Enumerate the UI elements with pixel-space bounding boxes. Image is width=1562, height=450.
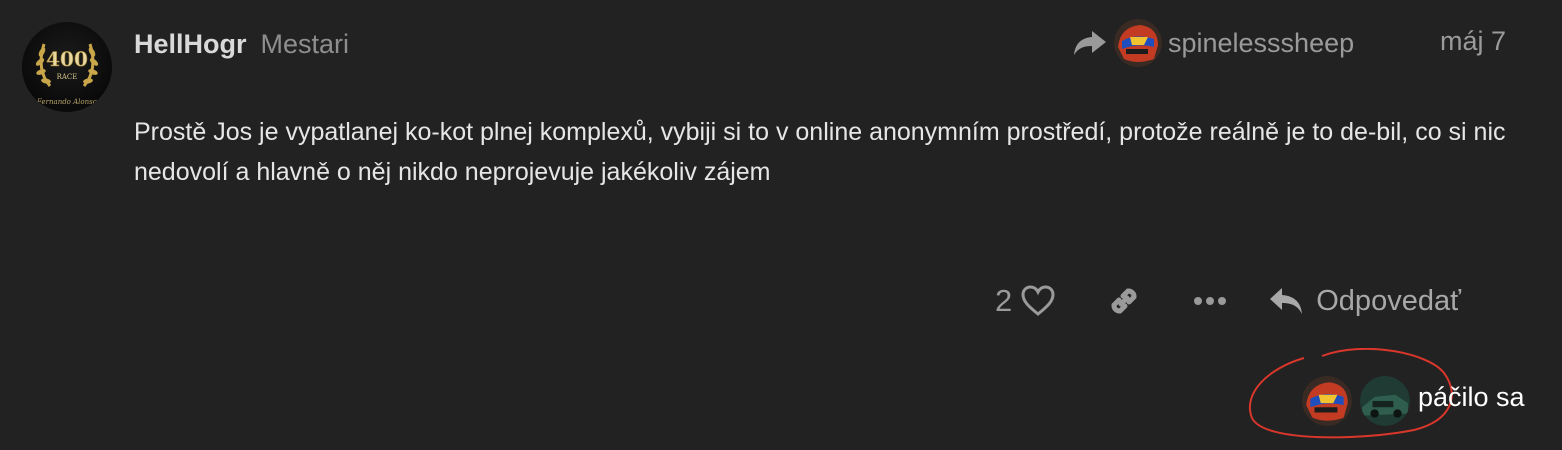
like-count[interactable]: 2: [995, 283, 1012, 319]
heart-icon: [1021, 285, 1055, 316]
reply-button[interactable]: Odpovedať: [1268, 285, 1461, 318]
reply-to-username: spinelesssheep: [1168, 27, 1355, 58]
laurel-400-race-avatar: 400 RACE Fernando Alonso: [35, 43, 99, 106]
post-body-text: Prostě Jos je vypatlanej ko-kot plnej ko…: [134, 118, 1506, 186]
helmet-avatar: [1114, 19, 1162, 67]
post: 400 RACE Fernando Alonso HellHogr Mestar…: [0, 0, 1562, 450]
post-body: Prostě Jos je vypatlanej ko-kot plnej ko…: [134, 112, 1524, 192]
more-actions-button[interactable]: [1192, 295, 1228, 307]
copy-link-button[interactable]: [1106, 283, 1142, 319]
share-arrow-icon: [1074, 31, 1106, 55]
reply-arrow-icon: [1270, 288, 1303, 314]
svg-text:RACE: RACE: [57, 73, 78, 81]
liked-label: páčilo sa: [1418, 382, 1525, 412]
svg-text:400: 400: [46, 47, 88, 71]
reply-to[interactable]: spinelesssheep: [1072, 18, 1354, 68]
post-header: HellHogr Mestari: [134, 26, 349, 62]
author-username[interactable]: HellHogr: [134, 29, 247, 60]
post-date[interactable]: máj 7: [1440, 26, 1506, 57]
liker-avatar-green-car[interactable]: [1360, 376, 1410, 426]
svg-text:Fernando Alonso: Fernando Alonso: [36, 98, 97, 106]
likers: páčilo sa: [1244, 348, 1544, 448]
ellipsis-icon: [1194, 297, 1227, 305]
link-icon: [1111, 288, 1137, 314]
reply-label: Odpovedať: [1316, 284, 1461, 317]
author-avatar[interactable]: 400 RACE Fernando Alonso: [22, 22, 112, 112]
author-title: Mestari: [260, 28, 350, 59]
liker-avatar-helmet[interactable]: [1302, 376, 1352, 426]
like-button[interactable]: [1020, 284, 1056, 318]
post-actions: 2 Odpovedať: [995, 276, 1461, 326]
